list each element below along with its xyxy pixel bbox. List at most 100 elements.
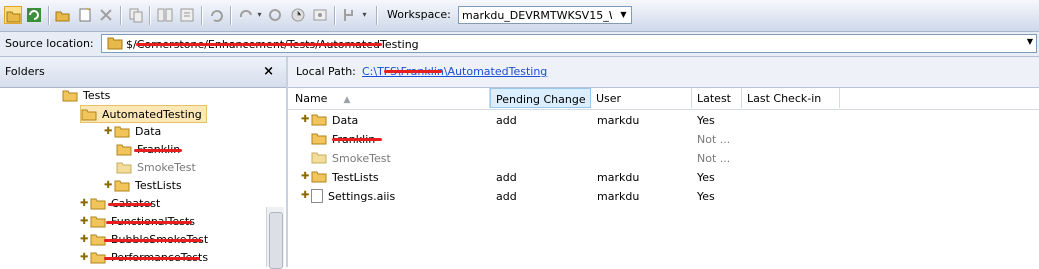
file-row[interactable]: ✚ TestLists add markdu Yes (288, 168, 1039, 187)
folders-panel: Folders × Tests AutomatedTesting ✚Data F… (0, 57, 288, 269)
checkout-icon[interactable] (266, 6, 284, 24)
get-latest-icon[interactable] (237, 6, 255, 24)
chevron-down-icon[interactable]: ▼ (1027, 37, 1033, 46)
column-header-latest[interactable]: Latest (692, 88, 742, 108)
redaction-mark (108, 203, 152, 206)
file-row[interactable]: SmokeTest Not ... (288, 149, 1039, 168)
column-header-pending-change[interactable]: Pending Change (490, 88, 591, 108)
file-name: TestLists (332, 171, 379, 184)
expand-icon[interactable]: ✚ (80, 213, 90, 231)
workspace-select[interactable]: markdu_DEVRMTWKSV15_We ▼ (458, 6, 632, 24)
latest: Not ... (697, 152, 731, 165)
expand-icon[interactable]: ✚ (80, 231, 90, 249)
local-path-label: Local Path: (296, 65, 356, 78)
latest: Yes (697, 171, 715, 184)
pending-change: add (496, 171, 517, 184)
tree-item[interactable]: ✚FunctionalTests (80, 213, 195, 231)
scrollbar-thumb[interactable] (269, 212, 283, 269)
delete-icon[interactable] (97, 6, 115, 24)
redaction-mark (384, 70, 442, 73)
workspace-value: markdu_DEVRMTWKSV15_We (462, 9, 612, 22)
folder-icon (114, 180, 130, 192)
expand-icon[interactable]: ✚ (80, 195, 90, 213)
sort-ascending-icon: ▲ (343, 95, 351, 105)
chevron-down-icon[interactable]: ▼ (616, 7, 631, 23)
expand-icon[interactable]: ✚ (301, 168, 311, 186)
refresh-icon[interactable] (25, 6, 43, 24)
redaction-mark (104, 257, 200, 260)
column-header-user[interactable]: User (591, 88, 692, 108)
add-files-icon[interactable] (76, 6, 94, 24)
folders-header: Folders × (0, 57, 286, 88)
redaction-mark (134, 149, 182, 152)
folder-icon (90, 198, 106, 210)
pending-change: add (496, 114, 517, 127)
tree-item[interactable]: ✚BubbleSmokeTest (80, 231, 208, 249)
tree-item[interactable]: ✚PerformanceTests (80, 249, 208, 267)
folder-icon (114, 126, 130, 138)
folder-icon (311, 133, 327, 145)
source-location-label: Source location: (5, 37, 94, 50)
expand-icon[interactable]: ✚ (301, 111, 311, 129)
redaction-mark (332, 138, 382, 141)
toolbar: ▾ ▾ Workspace: markdu_DEVRMTWKSV15_We ▼ (0, 0, 1039, 32)
undo-icon[interactable] (207, 6, 225, 24)
folders-scrollbar[interactable] (266, 207, 284, 269)
column-header-name[interactable]: Name ▲ (290, 88, 490, 108)
source-location-input[interactable]: $/Cornerstone/Enhancement/Tests/Automate… (101, 34, 1037, 53)
tree-item[interactable]: ✚ Data (104, 123, 161, 141)
chevron-down-icon[interactable]: ▾ (361, 8, 368, 22)
folders-title: Folders (5, 65, 45, 78)
folder-icon (90, 216, 106, 228)
folder-icon (107, 37, 123, 50)
shelve-icon[interactable] (311, 6, 329, 24)
expand-icon[interactable]: ✚ (104, 177, 114, 195)
chevron-down-icon[interactable]: ▾ (256, 8, 263, 22)
file-icon (311, 189, 323, 203)
copy-icon[interactable] (127, 6, 145, 24)
folder-icon (116, 162, 132, 174)
workspace-label: Workspace: (387, 8, 451, 21)
source-location-bar: Source location: $/Cornerstone/Enhanceme… (0, 32, 1039, 57)
latest: Yes (697, 114, 715, 127)
tree-item[interactable]: SmokeTest (116, 159, 196, 177)
tree-item[interactable]: ✚Cabatest (80, 195, 160, 213)
column-header-last-checkin[interactable]: Last Check-in (742, 88, 840, 108)
folder-icon (311, 152, 327, 164)
tree-item[interactable]: Franklin (116, 141, 182, 159)
file-row[interactable]: ✚ Data add markdu Yes (288, 111, 1039, 130)
file-name: Data (332, 114, 359, 127)
column-header-row: Name ▲ Pending Change User Latest Last Ch… (288, 88, 1039, 110)
history-icon[interactable] (178, 6, 196, 24)
folder-open-icon (62, 90, 78, 102)
folder-icon (116, 144, 132, 156)
local-path-bar: Local Path: C:\TFS\Franklin\AutomatedTes… (288, 57, 1039, 88)
user: markdu (597, 114, 640, 127)
folder-icon (311, 171, 327, 183)
tree-item[interactable]: ✚ TestLists (104, 177, 182, 195)
tree-item[interactable]: Tests (62, 87, 110, 105)
new-folder-icon[interactable] (54, 6, 72, 24)
file-row[interactable]: ✚ Settings.aiis add markdu Yes (288, 187, 1039, 206)
user: markdu (597, 171, 640, 184)
redaction-mark (106, 221, 192, 224)
file-name: SmokeTest (332, 152, 391, 165)
source-files-panel: Local Path: C:\TFS\Franklin\AutomatedTes… (288, 57, 1039, 267)
folder-open-icon (81, 109, 97, 121)
redaction-mark (104, 239, 202, 242)
expand-icon[interactable]: ✚ (104, 123, 114, 141)
expand-icon[interactable]: ✚ (80, 249, 90, 267)
latest: Not ... (697, 133, 731, 146)
compare-icon[interactable] (156, 6, 174, 24)
branch-icon[interactable] (340, 6, 358, 24)
user: markdu (597, 190, 640, 203)
tree-item-selected[interactable]: AutomatedTesting (80, 105, 207, 123)
close-icon[interactable]: × (263, 64, 274, 79)
file-row[interactable]: Franklin Not ... (288, 130, 1039, 149)
redaction-mark (136, 43, 382, 46)
pending-change: add (496, 190, 517, 203)
latest: Yes (697, 190, 715, 203)
expand-icon[interactable]: ✚ (301, 187, 311, 205)
folder-open-icon[interactable] (4, 6, 22, 24)
lock-icon[interactable] (289, 6, 307, 24)
